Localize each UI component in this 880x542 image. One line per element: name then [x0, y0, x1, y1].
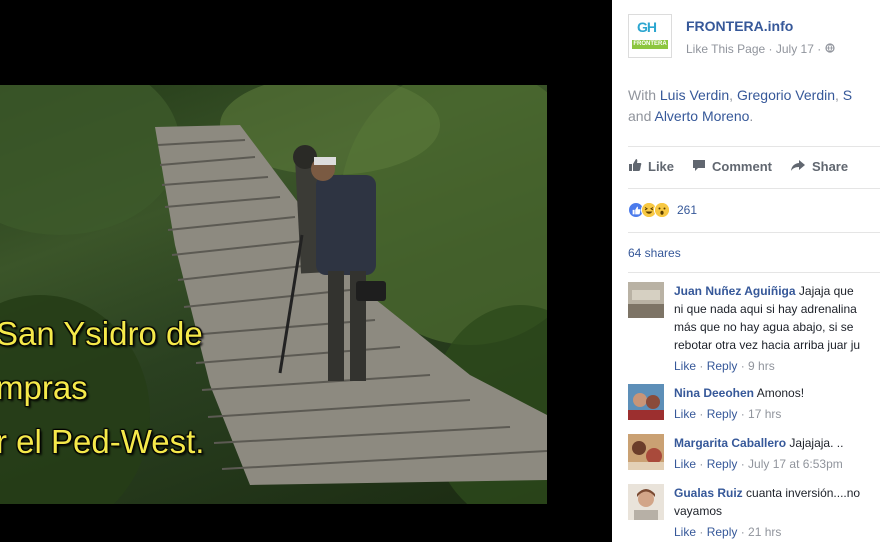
separator-dot: ·: [768, 42, 773, 56]
comment-meta: Like · Reply · 9 hrs: [674, 359, 775, 373]
divider: [628, 188, 880, 189]
commenter-avatar[interactable]: [628, 282, 664, 318]
comment-meta: Like · Reply · 21 hrs: [674, 525, 782, 539]
comment-reply-link[interactable]: Reply: [707, 457, 738, 471]
comment-text: Jajajaja. ..: [789, 436, 844, 450]
comment-text-line: ni que nada aqui si hay adrenalina: [674, 302, 857, 316]
post-subline: Like This Page · July 17 ·: [686, 42, 835, 56]
divider: [628, 272, 880, 273]
tagged-people: With Luis Verdin, Gregorio Verdin, S and…: [628, 87, 853, 124]
reaction-count: 261: [677, 203, 698, 217]
comment-meta: Like · Reply · 17 hrs: [674, 407, 782, 421]
comment-time[interactable]: 9 hrs: [748, 359, 775, 373]
thumbs-up-icon: [628, 158, 642, 175]
globe-icon: [824, 42, 835, 56]
comment-time[interactable]: 21 hrs: [748, 525, 781, 539]
divider: [628, 232, 880, 233]
comment-author-link[interactable]: Margarita Caballero: [674, 436, 786, 450]
comment-time[interactable]: July 17 at 6:53pm: [748, 457, 843, 471]
comment-like-link[interactable]: Like: [674, 457, 696, 471]
with-and: and: [628, 108, 652, 124]
page-logo-subtext: FRONTERA: [632, 40, 668, 49]
post-side-panel: GH FRONTERA FRONTERA.info Like This Page…: [612, 0, 880, 542]
comment-reply-link[interactable]: Reply: [707, 525, 738, 539]
page-avatar[interactable]: GH FRONTERA: [628, 14, 672, 58]
separator-dot: ·: [817, 42, 822, 56]
share-label: Share: [811, 159, 849, 174]
comment-reply-link[interactable]: Reply: [707, 407, 738, 421]
wow-reaction-icon: [654, 202, 670, 218]
like-label: Like: [648, 159, 675, 174]
like-button[interactable]: Like: [628, 158, 674, 175]
comment-body: Nina Deeohen Amonos! Like · Reply · 17 h…: [674, 384, 880, 423]
reactions-summary[interactable]: 261: [628, 202, 697, 218]
page-logo-text: GH: [637, 19, 657, 35]
comment-icon: [692, 159, 706, 175]
comment-author-link[interactable]: Gualas Ruiz: [674, 486, 743, 500]
with-prefix: With: [628, 87, 656, 103]
caption-line-1: San Ysidro de: [0, 315, 203, 352]
commenter-avatar[interactable]: [628, 434, 664, 470]
comment-like-link[interactable]: Like: [674, 525, 696, 539]
photo-viewer: San Ysidro de mpras r el Ped-West.: [0, 0, 612, 542]
page-name-link[interactable]: FRONTERA.info: [686, 18, 835, 34]
share-arrow-icon: [790, 159, 806, 175]
like-page-link[interactable]: Like This Page: [686, 42, 765, 56]
photo-caption: San Ysidro de mpras r el Ped-West.: [0, 307, 316, 469]
comment-meta: Like · Reply · July 17 at 6:53pm: [674, 457, 843, 471]
comment-item: Margarita Caballero Jajajaja. .. Like · …: [628, 434, 880, 473]
comment-time[interactable]: 17 hrs: [748, 407, 781, 421]
post-date[interactable]: July 17: [776, 42, 814, 56]
comment-button[interactable]: Comment: [692, 158, 772, 175]
post-actions: Like Comment Share: [628, 158, 848, 175]
comment-reply-link[interactable]: Reply: [707, 359, 738, 373]
tagged-person-link[interactable]: Gregorio Verdin: [737, 87, 835, 103]
comment-label: Comment: [712, 159, 772, 174]
comment-body: Margarita Caballero Jajajaja. .. Like · …: [674, 434, 880, 473]
comment-item: Juan Nuñez Aguiñiga Jajaja que ni que na…: [628, 282, 880, 375]
comment-text-line: más que no hay agua abajo, si se: [674, 320, 854, 334]
comment-text-line: vayamos: [674, 504, 723, 518]
share-button[interactable]: Share: [790, 158, 848, 175]
caption-line-2: mpras: [0, 369, 88, 406]
comment-text-line: cuanta inversión....no: [746, 486, 861, 500]
comment-body: Gualas Ruiz cuanta inversión....no vayam…: [674, 484, 880, 541]
caption-line-3: r el Ped-West.: [0, 423, 205, 460]
page-meta: FRONTERA.info Like This Page · July 17 ·: [686, 18, 835, 58]
divider: [628, 146, 880, 147]
comment-text-line: Jajaja que: [798, 284, 854, 298]
tagged-person-link[interactable]: S: [843, 87, 852, 103]
shares-count-link[interactable]: 64 shares: [628, 246, 681, 260]
comment-item: Gualas Ruiz cuanta inversión....no vayam…: [628, 484, 880, 541]
tagged-person-link[interactable]: Alverto Moreno: [654, 108, 749, 124]
comment-body: Juan Nuñez Aguiñiga Jajaja que ni que na…: [674, 282, 880, 375]
comment-author-link[interactable]: Nina Deeohen: [674, 386, 754, 400]
comment-like-link[interactable]: Like: [674, 407, 696, 421]
post-header: GH FRONTERA FRONTERA.info Like This Page…: [628, 14, 835, 58]
commenter-avatar[interactable]: [628, 384, 664, 420]
commenter-avatar[interactable]: [628, 484, 664, 520]
comment-author-link[interactable]: Juan Nuñez Aguiñiga: [674, 284, 796, 298]
comment-like-link[interactable]: Like: [674, 359, 696, 373]
comment-item: Nina Deeohen Amonos! Like · Reply · 17 h…: [628, 384, 880, 423]
comment-text: Amonos!: [756, 386, 805, 400]
tagged-person-link[interactable]: Luis Verdin: [660, 87, 729, 103]
comment-text-line: rebotar otra vez hacia arriba juar ju: [674, 338, 861, 352]
post-photo[interactable]: San Ysidro de mpras r el Ped-West.: [0, 85, 547, 504]
